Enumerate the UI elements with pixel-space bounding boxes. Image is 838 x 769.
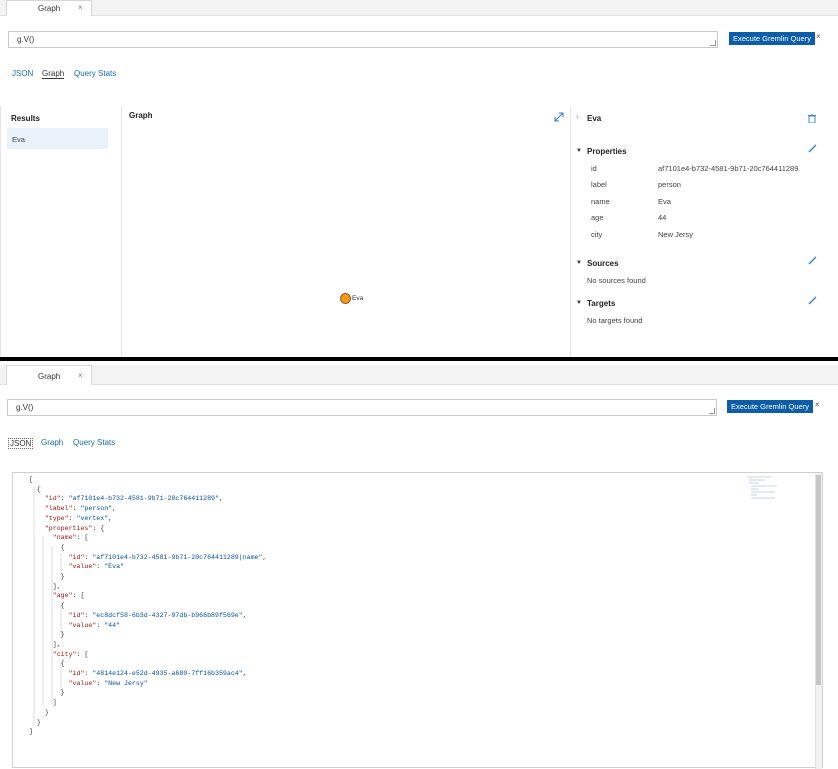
json-line: "properties": {: [44, 524, 105, 532]
tab-graph[interactable]: Graph: [41, 438, 63, 447]
property-row: name Eva: [591, 197, 831, 209]
editor-minimap[interactable]: [745, 475, 785, 501]
json-line: {: [29, 660, 65, 668]
editor-scrollbar[interactable]: [815, 473, 822, 769]
targets-empty-text: No targets found: [587, 316, 643, 325]
tab-label: Graph: [38, 372, 61, 381]
expand-icon[interactable]: [554, 112, 564, 122]
json-line: "age": [: [52, 592, 85, 600]
tab-graph[interactable]: Graph: [42, 69, 65, 79]
tab-query-stats[interactable]: Query Stats: [74, 69, 116, 78]
caret-down-icon[interactable]: ▼: [576, 260, 582, 266]
property-key: id: [591, 164, 597, 173]
chevron-right-icon[interactable]: ›: [576, 112, 579, 121]
json-line: ]: [29, 728, 33, 736]
json-line: ],: [29, 582, 61, 590]
close-query-icon[interactable]: ×: [815, 400, 820, 409]
json-line: [: [29, 476, 33, 483]
property-row: id af7101e4-b732-4581-9b71-20c764411289: [591, 164, 831, 176]
tab-json[interactable]: JSON: [8, 438, 34, 449]
graph-view-pane: Graph × g.V() Execute Gremlin Query × JS…: [0, 0, 838, 357]
graph-node-label: Eva: [352, 295, 364, 302]
sources-section-title: Sources: [587, 259, 619, 268]
property-value: Eva: [658, 197, 671, 206]
document-tab-graph[interactable]: Graph ×: [6, 365, 92, 385]
json-line: }: [29, 689, 65, 697]
property-value: New Jersy: [658, 230, 694, 239]
resize-grip-icon[interactable]: [709, 408, 715, 414]
query-text: g.V(): [16, 403, 34, 412]
results-title: Results: [11, 114, 40, 123]
results-panel: Results Eva: [0, 106, 122, 357]
close-icon[interactable]: ×: [78, 371, 83, 380]
property-row: label person: [591, 180, 831, 192]
sources-empty-text: No sources found: [587, 276, 646, 285]
gremlin-query-input[interactable]: g.V(): [8, 31, 718, 48]
json-line: "type": "vertex",: [44, 514, 113, 522]
gremlin-query-input[interactable]: g.V(): [7, 399, 717, 416]
json-line: "city": [: [52, 650, 89, 658]
json-line: {: [29, 543, 65, 551]
property-row: city New Jersy: [591, 230, 831, 242]
graph-canvas-panel[interactable]: Graph Eva: [122, 106, 571, 357]
json-line: }: [29, 718, 41, 726]
edit-pencil-icon[interactable]: [808, 144, 817, 153]
json-editor[interactable]: [ { "id": "af7101e4-b732-4581-9b71-20c76…: [12, 472, 823, 769]
property-key: city: [591, 230, 603, 239]
json-line: {: [29, 485, 41, 493]
properties-section-title: Properties: [587, 147, 627, 156]
json-line: {: [29, 602, 65, 610]
close-icon[interactable]: ×: [78, 3, 83, 12]
execute-gremlin-query-button[interactable]: Execute Gremlin Query: [729, 32, 815, 45]
graph-title: Graph: [129, 111, 153, 120]
property-key: age: [591, 213, 604, 222]
json-line: }: [29, 708, 49, 716]
json-line: "id": "af7101e4-b732-4581-9b71-20c764411…: [44, 495, 223, 503]
json-line: }: [29, 631, 65, 639]
property-value: person: [658, 180, 681, 189]
edit-pencil-icon[interactable]: [808, 296, 817, 305]
property-key: label: [591, 180, 607, 189]
caret-down-icon[interactable]: ▼: [576, 300, 582, 306]
document-tab-bar: Graph ×: [0, 365, 838, 385]
execute-gremlin-query-button[interactable]: Execute Gremlin Query: [727, 400, 813, 413]
json-line: "value": "New Jersy": [68, 679, 148, 687]
json-line: ],: [29, 640, 61, 648]
targets-section-title: Targets: [587, 299, 616, 308]
properties-panel: › Eva ▼ Properties id af7101e4-b732-4581…: [571, 106, 838, 357]
property-row: age 44: [591, 213, 831, 225]
json-line: "id": "ec8dcf58-6b3d-4327-97db-b966b89f5…: [68, 611, 247, 619]
document-tab-graph[interactable]: Graph ×: [6, 0, 92, 16]
json-line: "name": [: [52, 534, 89, 542]
json-line: "id": "af7101e4-b732-4581-9b71-20c764411…: [68, 553, 267, 561]
tab-json[interactable]: JSON: [12, 69, 33, 78]
resize-grip-icon[interactable]: [710, 40, 716, 46]
json-line: }: [29, 573, 65, 581]
json-line: "value": "Eva": [68, 563, 124, 571]
json-code[interactable]: [ { "id": "af7101e4-b732-4581-9b71-20c76…: [29, 475, 266, 737]
tab-query-stats[interactable]: Query Stats: [73, 438, 115, 447]
json-view-pane: Graph × g.V() Execute Gremlin Query × JS…: [0, 361, 838, 769]
graph-node-eva[interactable]: [340, 293, 351, 304]
result-item-label: Eva: [12, 135, 25, 144]
result-item-eva[interactable]: Eva: [7, 128, 108, 149]
property-key: name: [591, 197, 610, 206]
json-line: "label": "person",: [44, 505, 117, 513]
scrollbar-thumb[interactable]: [816, 475, 821, 685]
selected-node-title: Eva: [587, 114, 602, 123]
close-query-icon[interactable]: ×: [816, 32, 821, 41]
json-line: ]: [29, 699, 57, 707]
tab-label: Graph: [38, 4, 61, 13]
caret-down-icon[interactable]: ▼: [576, 148, 582, 154]
json-line: "id": "4814e124-e52d-4935-a680-7ff16b359…: [68, 670, 247, 678]
document-tab-bar: Graph ×: [0, 0, 838, 16]
json-line: "value": "44": [68, 621, 121, 629]
trash-icon[interactable]: [808, 114, 816, 123]
property-value: 44: [658, 213, 667, 222]
property-value: af7101e4-b732-4581-9b71-20c764411289: [658, 164, 799, 173]
edit-pencil-icon[interactable]: [808, 256, 817, 265]
query-text: g.V(): [17, 35, 35, 44]
